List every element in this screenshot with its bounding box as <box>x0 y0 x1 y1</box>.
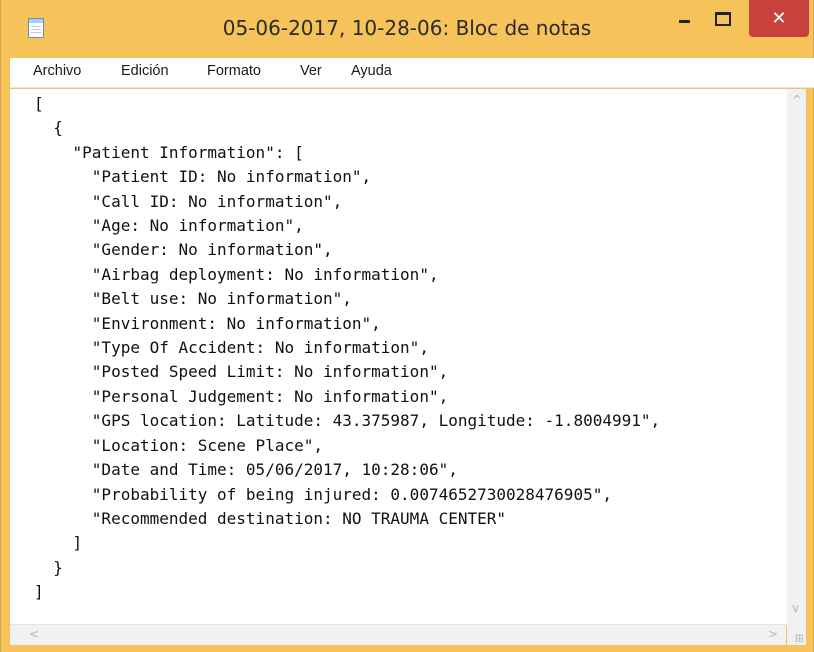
minimize-icon <box>678 20 690 23</box>
document-line: { <box>34 118 63 138</box>
document-line: "Posted Speed Limit: No information", <box>34 362 449 382</box>
document-line: "Environment: No information", <box>34 313 381 333</box>
title-bar[interactable]: 05-06-2017, 10-28-06: Bloc de notas ✕ <box>1 0 813 58</box>
document-line: "Recommended destination: NO TRAUMA CENT… <box>34 508 507 528</box>
document-line: } <box>34 557 63 577</box>
menu-item-ver[interactable]: Ver <box>300 63 322 79</box>
window-frame-bottom <box>1 645 813 652</box>
document-line: "Call ID: No information", <box>34 191 343 211</box>
editor-area[interactable]: [ { "Patient Information": [ "Patient ID… <box>10 89 806 625</box>
menu-item-formato[interactable]: Formato <box>207 63 261 79</box>
document-line: "Age: No information", <box>34 216 304 236</box>
close-icon: ✕ <box>771 8 787 29</box>
document-line: "Type Of Accident: No information", <box>34 338 429 358</box>
document-line: "Probability of being injured: 0.0074652… <box>34 484 612 504</box>
vertical-scrollbar[interactable]: ^ v <box>787 89 806 625</box>
menu-item-edicion[interactable]: Edición <box>121 63 169 79</box>
document-line: "Location: Scene Place", <box>34 435 323 455</box>
maximize-icon <box>715 11 731 26</box>
menu-item-ayuda[interactable]: Ayuda <box>351 63 392 79</box>
maximize-button[interactable] <box>706 0 740 37</box>
scroll-right-icon[interactable]: > <box>768 627 778 641</box>
document-line: "Gender: No information", <box>34 240 333 260</box>
notepad-window: 05-06-2017, 10-28-06: Bloc de notas ✕ Ar… <box>0 0 814 652</box>
document-line: "Patient Information": [ <box>34 142 304 162</box>
document-line: "Date and Time: 05/06/2017, 10:28:06", <box>34 460 458 480</box>
scroll-down-icon[interactable]: v <box>792 601 799 615</box>
menu-bar: Archivo Edición Formato Ver Ayuda <box>10 58 814 88</box>
document-line: ] <box>34 533 83 553</box>
document-line: [ <box>34 94 44 113</box>
document-line: "Personal Judgement: No information", <box>34 386 449 406</box>
horizontal-scrollbar[interactable]: < > <box>10 624 786 645</box>
document-line: ] <box>34 582 44 602</box>
document-line: "Airbag deployment: No information", <box>34 264 439 284</box>
scroll-up-icon[interactable]: ^ <box>792 93 802 107</box>
document-text[interactable]: [ { "Patient Information": [ "Patient ID… <box>34 92 790 620</box>
document-line: "Patient ID: No information", <box>34 167 372 187</box>
scroll-left-icon[interactable]: < <box>29 627 39 641</box>
resize-grip-icon[interactable] <box>787 624 806 645</box>
document-line: "GPS location: Latitude: 43.375987, Long… <box>34 411 661 431</box>
close-button[interactable]: ✕ <box>749 0 809 37</box>
menu-item-archivo[interactable]: Archivo <box>33 63 81 79</box>
minimize-button[interactable] <box>667 0 701 37</box>
document-line: "Belt use: No information", <box>34 289 352 309</box>
